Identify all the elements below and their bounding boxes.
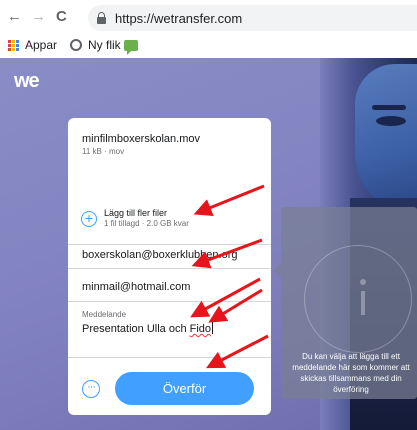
message-label: Meddelande (82, 310, 127, 319)
message-field[interactable]: Presentation Ulla och Fido (82, 322, 214, 335)
wetransfer-logo[interactable]: we (14, 70, 40, 93)
message-misspelled-word: Fido (189, 323, 212, 335)
back-arrow-icon[interactable]: ← (7, 9, 22, 25)
info-icon (357, 279, 369, 323)
bookmark-new-tab-label: Ny flik (88, 38, 121, 52)
more-options-button[interactable]: ··· (82, 380, 100, 398)
bookmark-new-tab[interactable]: Ny flik (70, 38, 121, 52)
globe-icon (70, 39, 82, 51)
bookmark-apps[interactable]: Appar (8, 38, 57, 52)
file-name: minfilmboxerskolan.mov (82, 133, 200, 145)
transfer-button[interactable]: Överför (115, 372, 254, 405)
divider (68, 244, 271, 245)
apps-grid-icon (8, 39, 19, 51)
add-files-button[interactable]: + Lägg till fler filer 1 fil tillagd · 2… (81, 208, 189, 229)
transfer-panel: minfilmboxerskolan.mov 11 kB · mov + Läg… (68, 118, 271, 415)
message-text: Presentation Ulla och (82, 323, 190, 335)
text-caret (212, 322, 214, 334)
browser-chrome: ← → C https://wetransfer.com Appar Ny fl… (0, 0, 417, 58)
sender-email-field[interactable]: minmail@hotmail.com (82, 281, 190, 293)
address-bar-url: https://wetransfer.com (115, 11, 243, 26)
divider (68, 357, 271, 358)
add-files-title: Lägg till fler filer (104, 208, 168, 218)
plus-circle-icon: + (81, 210, 97, 227)
reload-icon[interactable]: C (56, 9, 67, 25)
add-files-summary: 1 fil tillagd · 2.0 GB kvar (104, 219, 189, 228)
divider (68, 301, 271, 302)
message-tooltip: Du kan välja att lägga till ett meddelan… (274, 207, 417, 399)
lock-icon (97, 12, 106, 24)
bookmarks-bar: Appar Ny flik (0, 35, 417, 57)
divider (68, 268, 271, 269)
file-item: minfilmboxerskolan.mov 11 kB · mov (82, 132, 200, 158)
bookmark-apps-label: Appar (25, 38, 58, 52)
address-bar[interactable]: https://wetransfer.com (88, 5, 417, 31)
file-meta: 11 kB · mov (82, 147, 125, 156)
tooltip-text: Du kan välja att lägga till ett meddelan… (292, 352, 410, 394)
green-chat-icon[interactable] (124, 40, 138, 55)
forward-arrow-icon[interactable]: → (31, 9, 46, 25)
recipient-email-field[interactable]: boxerskolan@boxerklubben.org (82, 249, 237, 261)
